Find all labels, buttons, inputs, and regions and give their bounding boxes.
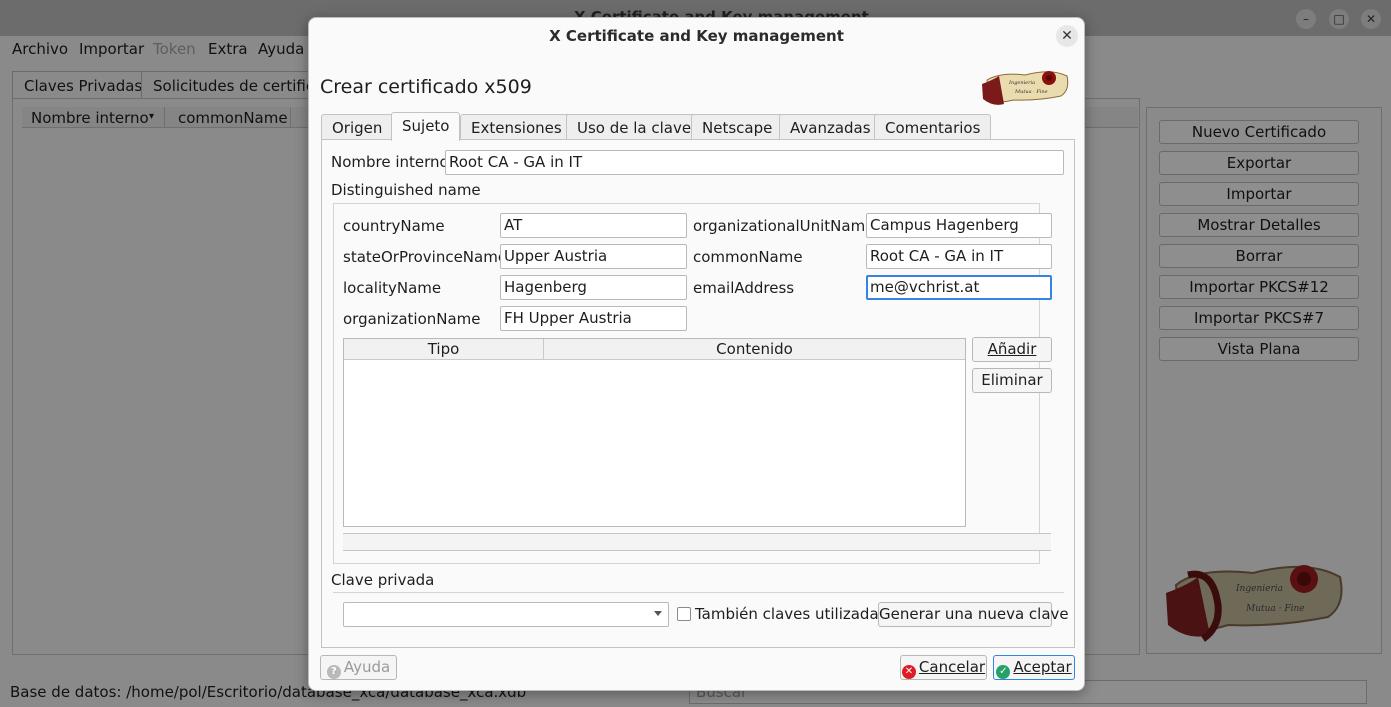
- state-input[interactable]: Upper Austria: [500, 244, 687, 269]
- used-keys-checkbox[interactable]: [677, 607, 691, 621]
- organization-label: organizationName: [343, 310, 481, 328]
- xca-logo-icon: Ingenieria Mutua · Fine: [1166, 565, 1343, 642]
- email-label: emailAddress: [693, 279, 795, 297]
- dialog-close-icon[interactable]: ✕: [1056, 25, 1078, 47]
- maximize-icon[interactable]: □: [1329, 9, 1349, 29]
- delete-label: Borrar: [1235, 247, 1283, 265]
- organization-input[interactable]: FH Upper Austria: [500, 306, 687, 331]
- help-button[interactable]: ? Ayuda: [320, 655, 397, 680]
- menu-archivo[interactable]: Archivo: [12, 40, 68, 58]
- menu-importar[interactable]: Importar: [79, 40, 144, 58]
- check-icon: ✓: [996, 665, 1011, 679]
- new-certificate-button[interactable]: Nuevo Certificado: [1159, 120, 1359, 144]
- import-pkcs7-label: Importar PKCS#7: [1193, 309, 1325, 327]
- org-unit-input[interactable]: Campus Hagenberg: [866, 213, 1052, 238]
- tab-extensiones[interactable]: Extensiones: [460, 114, 573, 140]
- country-name-input[interactable]: AT: [500, 213, 687, 238]
- state-label: stateOrProvinceName: [343, 248, 508, 266]
- chevron-down-icon: [654, 611, 662, 616]
- column-nombre-interno[interactable]: Nombre interno: [31, 109, 149, 127]
- country-name-label: countryName: [343, 217, 445, 235]
- email-input[interactable]: me@vchrist.at: [866, 275, 1052, 300]
- dialog-titlebar: X Certificate and Key management: [309, 18, 1084, 55]
- delete-button[interactable]: Borrar: [1159, 244, 1359, 268]
- menu-extra[interactable]: Extra: [208, 40, 248, 58]
- remove-label: Eliminar: [981, 371, 1043, 389]
- used-keys-label[interactable]: También claves utilizadas: [695, 605, 886, 623]
- locality-label: localityName: [343, 279, 442, 297]
- close-icon[interactable]: ✕: [1361, 9, 1381, 29]
- tab-origen[interactable]: Origen: [321, 114, 394, 140]
- sort-arrow-icon: ▾: [149, 111, 155, 122]
- flat-view-label: Vista Plana: [1217, 340, 1301, 358]
- dialog-heading: Crear certificado x509: [320, 76, 532, 98]
- internal-name-label: Nombre interno: [331, 153, 449, 171]
- add-label: Añadir: [987, 340, 1037, 358]
- tab-claves-privadas[interactable]: Claves Privadas: [12, 71, 155, 99]
- org-unit-label: organizationalUnitName: [693, 217, 875, 235]
- svg-text:Mutua · Fine: Mutua · Fine: [1014, 89, 1048, 95]
- table-header: Tipo Contenido: [344, 339, 965, 360]
- import-label: Importar: [1226, 185, 1292, 203]
- tab-netscape[interactable]: Netscape: [691, 114, 784, 140]
- remove-button[interactable]: Eliminar: [972, 368, 1052, 393]
- show-details-button[interactable]: Mostrar Detalles: [1159, 213, 1359, 237]
- internal-name-input[interactable]: Root CA - GA in IT: [445, 150, 1064, 175]
- private-key-label: Clave privada: [331, 571, 435, 589]
- tab-sujeto[interactable]: Sujeto: [391, 112, 461, 141]
- tab-avanzadas[interactable]: Avanzadas: [779, 114, 882, 140]
- tab-solicitudes[interactable]: Solicitudes de certificado: [141, 71, 331, 99]
- dialog-title: X Certificate and Key management: [549, 27, 844, 45]
- column-tipo[interactable]: Tipo: [344, 340, 543, 358]
- import-button[interactable]: Importar: [1159, 182, 1359, 206]
- cancel-button[interactable]: ✕ Cancelar: [900, 655, 987, 680]
- minimize-icon[interactable]: –: [1296, 9, 1316, 29]
- menu-token[interactable]: Token: [153, 40, 196, 58]
- export-button[interactable]: Exportar: [1159, 151, 1359, 175]
- flat-view-button[interactable]: Vista Plana: [1159, 337, 1359, 361]
- menu-ayuda[interactable]: Ayuda: [258, 40, 304, 58]
- show-details-label: Mostrar Detalles: [1197, 216, 1321, 234]
- new-certificate-label: Nuevo Certificado: [1191, 123, 1327, 141]
- column-contenido[interactable]: Contenido: [544, 340, 965, 358]
- cancel-icon: ✕: [901, 665, 916, 679]
- extra-dn-table[interactable]: Tipo Contenido: [343, 338, 966, 527]
- tab-comentarios[interactable]: Comentarios: [874, 114, 992, 140]
- help-icon: ?: [326, 665, 341, 679]
- accept-button[interactable]: ✓ Aceptar: [993, 655, 1075, 680]
- accept-label: Aceptar: [1013, 658, 1072, 676]
- generate-key-button[interactable]: Generar una nueva clave: [878, 602, 1069, 627]
- export-label: Exportar: [1226, 154, 1292, 172]
- column-commonname[interactable]: commonName: [178, 109, 288, 127]
- svg-text:Mutua · Fine: Mutua · Fine: [1245, 604, 1305, 614]
- cancel-label: Cancelar: [918, 658, 986, 676]
- column-divider: [164, 107, 165, 128]
- private-key-select[interactable]: [343, 602, 669, 627]
- locality-input[interactable]: Hagenberg: [500, 275, 687, 300]
- tab-uso-de-la-clave[interactable]: Uso de la clave: [566, 114, 703, 140]
- distinguished-name-label: Distinguished name: [331, 181, 481, 199]
- import-pkcs7-button[interactable]: Importar PKCS#7: [1159, 306, 1359, 330]
- column-divider: [290, 107, 291, 128]
- generate-key-label: Generar una nueva clave: [879, 605, 1069, 623]
- import-pkcs12-button[interactable]: Importar PKCS#12: [1159, 275, 1359, 299]
- horizontal-scrollbar[interactable]: [343, 533, 1051, 551]
- add-button[interactable]: Añadir: [972, 337, 1052, 362]
- import-pkcs12-label: Importar PKCS#12: [1189, 278, 1329, 296]
- help-label: Ayuda: [343, 658, 391, 676]
- common-name-input[interactable]: Root CA - GA in IT: [866, 244, 1052, 269]
- common-name-label: commonName: [693, 248, 803, 266]
- svg-text:Ingenieria: Ingenieria: [1008, 80, 1035, 86]
- xca-logo-icon: Ingenieria Mutua · Fine: [982, 71, 1069, 105]
- svg-text:Ingenieria: Ingenieria: [1235, 584, 1283, 594]
- create-certificate-dialog: X Certificate and Key management ✕ Crear…: [308, 17, 1085, 691]
